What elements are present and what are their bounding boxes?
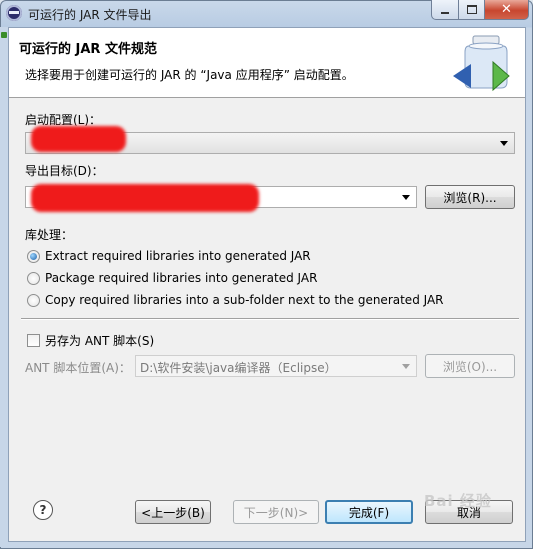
next-button[interactable]: 下一步(N)> <box>233 500 319 524</box>
ant-location-combo[interactable]: D:\软件安装\java编译器（Eclipse） <box>135 355 417 377</box>
background-window-strip <box>0 27 8 547</box>
page-title: 可运行的 JAR 文件规范 <box>19 42 157 57</box>
page-description: 选择要用于创建可运行的 JAR 的 “Java 应用程序” 启动配置。 <box>25 68 354 82</box>
radio-label: Package required libraries into generate… <box>45 271 318 285</box>
chevron-down-icon <box>500 141 508 146</box>
maximize-icon <box>466 5 477 14</box>
radio-indicator[interactable] <box>27 293 40 307</box>
window-controls: ✕ <box>431 0 529 20</box>
jar-export-icon <box>453 35 510 92</box>
close-button[interactable]: ✕ <box>485 0 529 20</box>
finish-button[interactable]: 完成(F) <box>325 500 413 524</box>
eclipse-icon <box>6 5 22 21</box>
radio-label: Copy required libraries into a sub-folde… <box>45 293 444 307</box>
radio-label: Extract required libraries into generate… <box>45 249 311 263</box>
redaction-mark <box>31 126 126 152</box>
window-title: 可运行的 JAR 文件导出 <box>28 8 152 22</box>
back-button[interactable]: <上一步(B) <box>135 500 211 524</box>
radio-indicator[interactable] <box>27 249 40 263</box>
close-icon: ✕ <box>501 2 512 17</box>
help-icon[interactable]: ? <box>33 500 53 520</box>
minimize-icon <box>441 11 449 14</box>
save-ant-checkbox[interactable]: 另存为 ANT 脚本(S) <box>27 332 154 349</box>
browse-dest-button[interactable]: 浏览(R)... <box>425 185 515 209</box>
radio-indicator[interactable] <box>27 271 40 285</box>
ant-location-label: ANT 脚本位置(A)： <box>25 361 131 375</box>
browse-ant-button[interactable]: 浏览(O)... <box>425 354 515 378</box>
section-divider <box>21 318 519 320</box>
radio-package[interactable]: Package required libraries into generate… <box>27 271 317 285</box>
title-bar[interactable]: 可运行的 JAR 文件导出 ✕ <box>0 0 533 27</box>
chevron-down-icon <box>402 364 410 369</box>
checkbox-indicator[interactable] <box>27 334 40 347</box>
redaction-mark <box>31 184 259 212</box>
radio-copy[interactable]: Copy required libraries into a sub-folde… <box>27 293 444 307</box>
chevron-down-icon <box>402 195 410 200</box>
wizard-banner: 可运行的 JAR 文件规范 选择要用于创建可运行的 JAR 的 “Java 应用… <box>9 28 525 98</box>
radio-extract[interactable]: Extract required libraries into generate… <box>27 249 311 263</box>
library-handling-label: 库处理： <box>25 228 74 242</box>
ant-location-value: D:\软件安装\java编译器（Eclipse） <box>140 361 337 375</box>
watermark-text: Bai 经验 <box>424 492 492 510</box>
checkbox-label: 另存为 ANT 脚本(S) <box>45 334 155 348</box>
dialog-client-area: 可运行的 JAR 文件规范 选择要用于创建可运行的 JAR 的 “Java 应用… <box>8 27 526 542</box>
minimize-button[interactable] <box>431 0 459 20</box>
export-dest-label: 导出目标(D)： <box>25 164 104 178</box>
maximize-button[interactable] <box>459 0 485 20</box>
run-icon <box>1 32 7 38</box>
